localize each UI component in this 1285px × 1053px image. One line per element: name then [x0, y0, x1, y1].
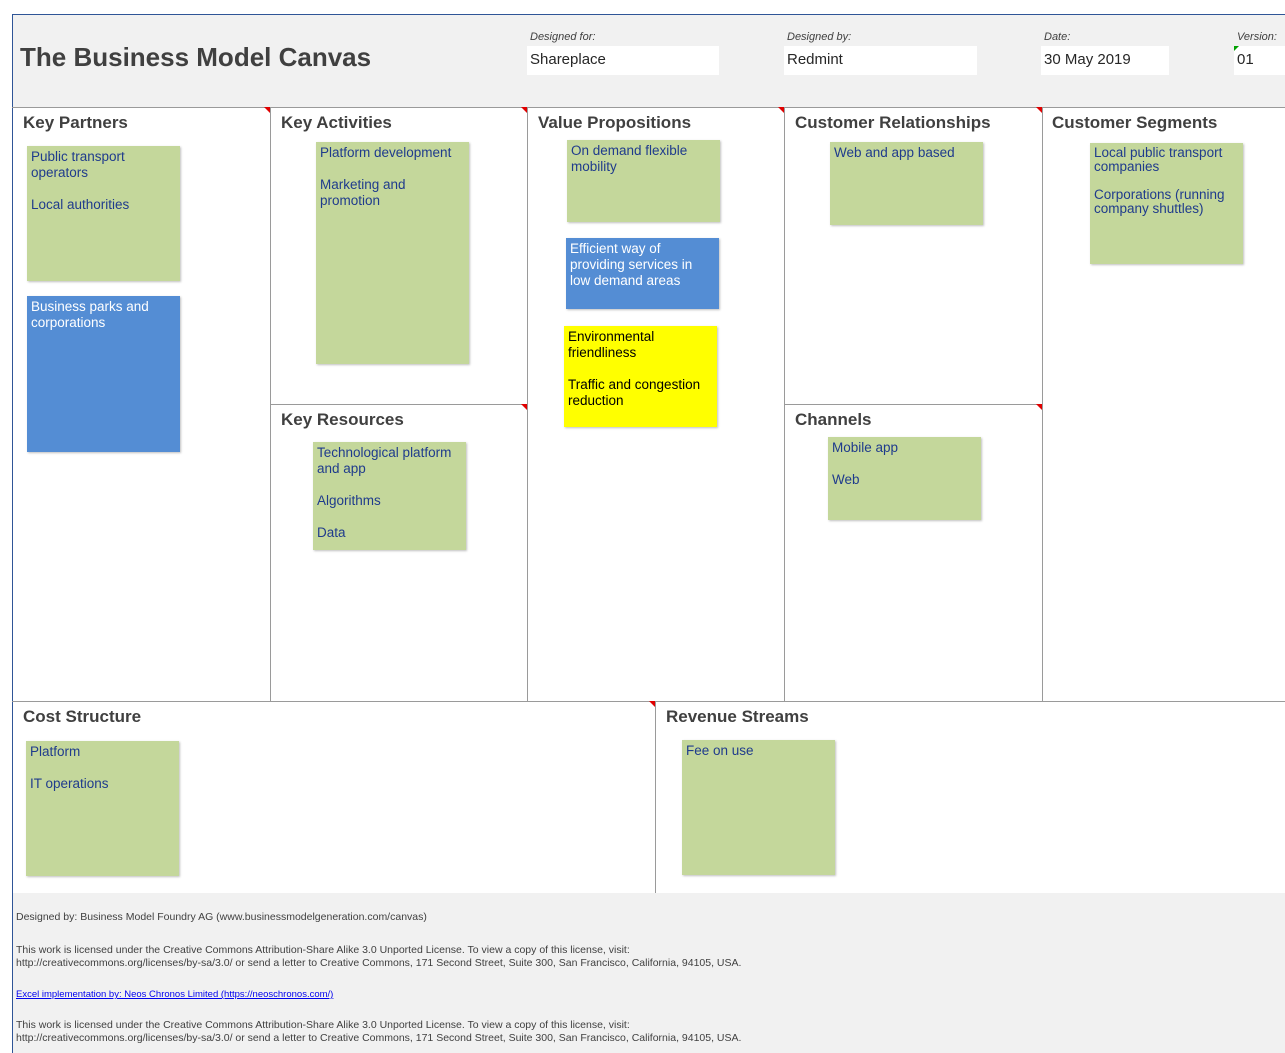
note-line: Efficient way of providing services in l… — [570, 241, 693, 288]
section-title-cost-structure: Cost Structure — [23, 707, 142, 726]
note-line: Platform — [30, 744, 81, 759]
note-line: Local authorities — [31, 197, 130, 212]
grid-line — [12, 107, 1285, 108]
note-line: Data — [317, 525, 346, 540]
note-line: Marketing and promotion — [320, 177, 406, 208]
note-line: Local public transport companies — [1094, 145, 1223, 174]
sticky-note[interactable]: Technological platform and app Algorithm… — [313, 442, 466, 550]
version-label: Version: — [1237, 31, 1277, 43]
section-title-channels: Channels — [795, 410, 872, 429]
note-line: Traffic and congestion reduction — [568, 377, 701, 408]
footer-license-line: This work is licensed under the Creative… — [16, 1019, 630, 1031]
page-title: The Business Model Canvas — [20, 42, 372, 72]
note-line: Business parks and corporations — [31, 299, 149, 330]
section-title-key-resources: Key Resources — [281, 410, 404, 429]
grid-line — [1042, 107, 1043, 701]
designed-by-field[interactable]: Redmint — [784, 46, 977, 75]
excel-implementation-link[interactable]: Excel implementation by: Neos Chronos Li… — [16, 988, 333, 1001]
section-title-customer-segments: Customer Segments — [1052, 113, 1218, 132]
note-line: Fee on use — [686, 743, 754, 758]
section-title-value-propositions: Value Propositions — [538, 113, 692, 132]
date-field[interactable]: 30 May 2019 — [1041, 46, 1169, 75]
sticky-note[interactable]: Efficient way of providing services in l… — [566, 238, 719, 309]
comment-indicator[interactable] — [1036, 107, 1042, 113]
comment-indicator[interactable] — [264, 107, 270, 113]
grid-line — [270, 404, 527, 405]
note-line: Technological platform and app — [317, 445, 452, 476]
sticky-note[interactable]: Fee on use — [682, 740, 835, 875]
comment-indicator[interactable] — [521, 404, 527, 410]
sticky-note[interactable]: Platform development Marketing and promo… — [316, 142, 469, 364]
grid-line — [655, 701, 656, 893]
comment-indicator[interactable] — [521, 107, 527, 113]
note-line: Algorithms — [317, 493, 381, 508]
section-title-customer-relationships: Customer Relationships — [795, 113, 991, 132]
grid-line — [784, 404, 1042, 405]
note-line: On demand flexible mobility — [571, 143, 688, 174]
sticky-note[interactable]: Local public transport companies Corpora… — [1090, 143, 1243, 264]
sticky-note[interactable]: On demand flexible mobility — [567, 140, 720, 222]
note-line: Environmental friendliness — [568, 329, 655, 360]
comment-indicator[interactable] — [778, 107, 784, 113]
designed-for-field[interactable]: Shareplace — [527, 46, 719, 75]
sticky-note[interactable]: Environmental friendliness Traffic and c… — [564, 326, 717, 427]
sticky-note[interactable]: Public transport operators Local authori… — [27, 146, 180, 281]
note-line: Mobile app — [832, 440, 899, 455]
date-label: Date: — [1044, 31, 1071, 43]
grid-line — [527, 107, 528, 701]
footer-license-line: This work is licensed under the Creative… — [16, 944, 630, 956]
footer-license-line: http://creativecommons.org/licenses/by-s… — [16, 957, 742, 969]
sticky-note[interactable]: Platform IT operations — [26, 741, 179, 876]
note-line: IT operations — [30, 776, 109, 791]
section-title-key-activities: Key Activities — [281, 113, 392, 132]
designed-for-label: Designed for: — [530, 31, 596, 43]
designed-by-label: Designed by: — [787, 31, 852, 43]
cell-comment-indicator — [1234, 46, 1239, 51]
sticky-note[interactable]: Business parks and corporations — [27, 296, 180, 452]
version-field[interactable]: 01 — [1234, 46, 1285, 75]
note-line: Public transport operators — [31, 149, 125, 180]
note-line: Web — [832, 472, 860, 487]
section-title-key-partners: Key Partners — [23, 113, 128, 132]
footer-designed-by: Designed by: Business Model Foundry AG (… — [16, 911, 427, 923]
comment-indicator[interactable] — [1036, 404, 1042, 410]
comment-indicator[interactable] — [649, 701, 655, 707]
note-line: Corporations (running company shuttles) — [1094, 187, 1225, 216]
section-title-revenue-streams: Revenue Streams — [666, 707, 809, 726]
sticky-note[interactable]: Web and app based — [830, 142, 983, 225]
footer-license-line: http://creativecommons.org/licenses/by-s… — [16, 1032, 742, 1044]
sticky-note[interactable]: Mobile app Web — [828, 437, 981, 520]
note-line: Web and app based — [834, 145, 955, 160]
note-line: Platform development — [320, 145, 452, 160]
